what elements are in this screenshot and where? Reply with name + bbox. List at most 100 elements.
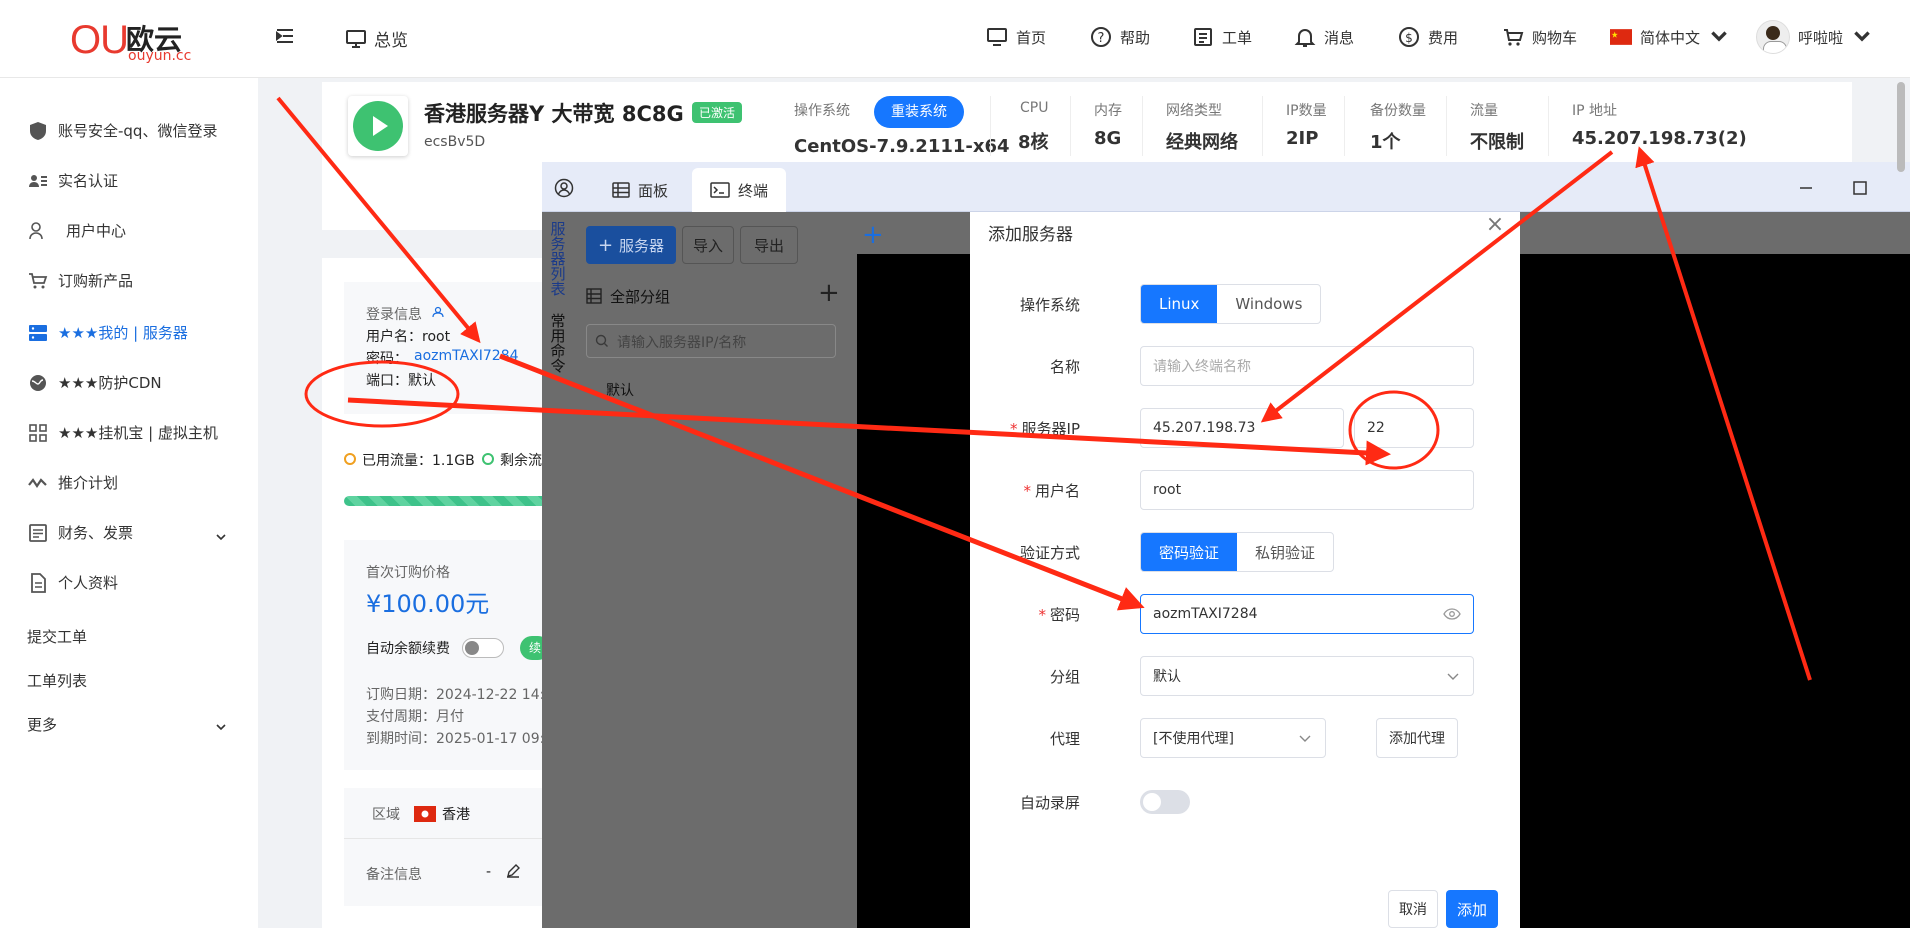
user-menu[interactable]: 呼啦啦 [1756, 20, 1873, 54]
tab-terminal[interactable]: 终端 [692, 168, 787, 212]
page-scrollbar[interactable] [1896, 82, 1906, 928]
eye-icon[interactable] [1443, 608, 1461, 620]
username-field-label-text: 用户名 [1034, 482, 1080, 500]
password-field-label: * 密码 [1038, 606, 1080, 624]
chevron-down-icon[interactable] [214, 530, 228, 544]
used-traffic-dot [344, 453, 356, 465]
password-input[interactable]: aozmTAXI7284 [1140, 594, 1474, 634]
add-proxy-button[interactable]: 添加代理 [1376, 718, 1458, 758]
vert-tab-common-commands[interactable]: 常用命令 [548, 314, 568, 374]
add-group-icon[interactable]: + [818, 278, 840, 308]
server-search-input[interactable]: 请输入服务器IP/名称 [586, 324, 836, 358]
proxy-field-label: 代理 [1049, 730, 1080, 748]
chevron-down-icon[interactable] [214, 720, 228, 734]
submit-button[interactable]: 添加 [1446, 890, 1498, 928]
vert-tab-server-list[interactable]: 服务器列表 [548, 222, 568, 297]
nav-help[interactable]: ? 帮助 [1090, 26, 1150, 48]
sidebar: 账号安全-qq、微信登录 实名认证 用户中心 订购新产品 ★★★我的 | 服务器… [0, 78, 258, 928]
os-value: CentOS-7.9.2111-x64 [794, 136, 1010, 157]
os-option-windows[interactable]: Windows [1217, 285, 1320, 323]
all-groups-label[interactable]: 全部分组 [610, 286, 670, 307]
sidebar-item-my-servers[interactable]: ★★★我的 | 服务器 [28, 322, 188, 343]
overview-label: 总览 [374, 31, 408, 51]
tab-panel[interactable]: 面板 [594, 168, 686, 212]
divider [1262, 96, 1263, 156]
sidebar-item-cdn[interactable]: ★★★防护CDN [28, 372, 162, 393]
nav-cart[interactable]: 购物车 [1502, 26, 1577, 48]
cancel-button[interactable]: 取消 [1388, 890, 1438, 928]
ticket-icon [1194, 28, 1212, 46]
close-icon[interactable]: × [1480, 212, 1510, 242]
sidebar-item-label: 用户中心 [66, 222, 127, 240]
export-button[interactable]: 导出 [740, 226, 798, 264]
nav-fees[interactable]: $ 费用 [1398, 26, 1458, 48]
remaining-traffic-dot [482, 453, 494, 465]
login-password[interactable]: aozmTAXI7284 [414, 348, 519, 364]
sidebar-item-profile[interactable]: 个人资料 [28, 572, 118, 593]
hongkong-flag-icon [414, 806, 436, 822]
cart-icon [1504, 29, 1524, 46]
sidebar-item-account-security[interactable]: 账号安全-qq、微信登录 [28, 120, 217, 141]
ip-input[interactable]: 45.207.198.73 [1140, 408, 1344, 448]
auth-selector: 密码验证 私钥验证 [1140, 532, 1335, 572]
sidebar-item-more[interactable]: 更多 [27, 714, 57, 735]
nav-cart-label: 购物车 [1532, 28, 1578, 47]
menu-fold-icon[interactable] [276, 28, 294, 44]
scrollbar-thumb[interactable] [1897, 82, 1905, 172]
proxy-select[interactable]: [不使用代理] [1140, 718, 1326, 758]
add-server-button[interactable]: + 服务器 [586, 226, 676, 264]
edit-icon[interactable] [506, 864, 520, 878]
group-value: 默认 [1153, 669, 1181, 685]
bell-icon [1294, 29, 1316, 47]
nav-home[interactable]: 首页 [986, 26, 1046, 48]
sidebar-item-label: 推介计划 [58, 474, 119, 492]
overview-link[interactable]: 总览 [346, 26, 408, 51]
maximize-icon[interactable] [1852, 180, 1868, 196]
spec-label-traffic: 流量 [1470, 103, 1498, 119]
default-group-item[interactable]: 默认 [606, 380, 634, 400]
grid-icon [29, 423, 47, 442]
spec-label-backup: 备份数量 [1370, 103, 1426, 119]
sidebar-item-user-center[interactable]: 用户中心 [28, 220, 126, 241]
sidebar-item-label: 财务、发票 [58, 524, 134, 542]
server-search-placeholder: 请输入服务器IP/名称 [617, 335, 747, 351]
username-input[interactable]: root [1140, 470, 1474, 510]
id-card-icon [29, 174, 47, 187]
start-button[interactable] [348, 96, 408, 156]
ip-field-label-text: 服务器IP [1021, 420, 1080, 438]
reinstall-button[interactable]: 重装系统 [874, 96, 964, 128]
add-terminal-tab-icon[interactable]: + [862, 222, 892, 252]
group-tree-icon [586, 288, 602, 304]
auto-record-switch[interactable] [1140, 790, 1190, 814]
sidebar-item-label: 实名认证 [58, 172, 119, 190]
nav-ticket[interactable]: 工单 [1192, 26, 1252, 48]
group-select[interactable]: 默认 [1140, 656, 1474, 696]
help-icon: ? [1091, 27, 1111, 47]
os-label: 操作系统 [794, 103, 850, 119]
sidebar-item-referral[interactable]: 推介计划 [28, 472, 118, 493]
sidebar-item-order[interactable]: 订购新产品 [28, 270, 133, 291]
sidebar-item-ticket-list[interactable]: 工单列表 [27, 670, 87, 691]
proxy-value: [不使用代理] [1153, 731, 1234, 747]
nav-message[interactable]: 消息 [1294, 26, 1354, 48]
login-password-label: 密码： [366, 351, 408, 367]
divider [1344, 96, 1345, 156]
language-select[interactable]: 简体中文 [1610, 26, 1730, 48]
auth-option-password[interactable]: 密码验证 [1141, 533, 1238, 571]
minimize-icon[interactable] [1798, 180, 1814, 196]
account-icon[interactable] [554, 178, 574, 198]
first-price: ¥100.00元 [366, 590, 490, 618]
sidebar-item-real-name[interactable]: 实名认证 [28, 170, 118, 191]
import-button[interactable]: 导入 [682, 226, 734, 264]
divider [1548, 96, 1549, 156]
login-info-title: 登录信息 [366, 307, 422, 323]
auto-renew-toggle[interactable] [462, 638, 504, 658]
avatar [1756, 20, 1790, 54]
os-option-linux[interactable]: Linux [1141, 285, 1218, 323]
name-input[interactable]: 请输入终端名称 [1140, 346, 1474, 386]
sidebar-item-submit-ticket[interactable]: 提交工单 [27, 626, 87, 647]
sidebar-item-hosting[interactable]: ★★★挂机宝 | 虚拟主机 [28, 422, 218, 443]
sidebar-item-finance[interactable]: 财务、发票 [28, 522, 133, 543]
port-input[interactable]: 22 [1354, 408, 1474, 448]
auth-option-key[interactable]: 私钥验证 [1237, 533, 1333, 571]
